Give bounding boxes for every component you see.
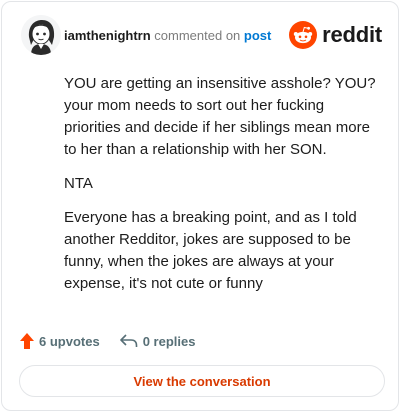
upvotes-count: 6 upvotes [39, 333, 100, 349]
reddit-wordmark: reddit [322, 22, 382, 47]
comment-body: YOU are getting an insensitive asshole? … [64, 73, 382, 307]
comment-paragraph: YOU are getting an insensitive asshole? … [64, 75, 376, 158]
comment-paragraph: Everyone has a breaking point, and as I … [64, 209, 357, 292]
replies-count: 0 replies [142, 333, 196, 349]
comment-verb: commented on [154, 28, 241, 43]
reddit-brand[interactable]: reddit [289, 21, 382, 49]
reply-arrow-icon [119, 334, 137, 347]
upvotes-stat[interactable]: 6 upvotes [20, 333, 100, 349]
comment-meta: iamthenightrn commented on post [64, 28, 271, 43]
comment-header: iamthenightrn commented on post reddit [16, 14, 384, 58]
avatar[interactable] [21, 15, 61, 55]
replies-stat[interactable]: 0 replies [119, 333, 196, 349]
upvote-arrow-icon [20, 333, 34, 349]
avatar-icon [21, 15, 61, 55]
post-link[interactable]: post [244, 28, 271, 43]
reddit-logo-icon [289, 21, 318, 49]
comment-card: iamthenightrn commented on post reddit Y… [1, 1, 399, 411]
comment-paragraph: NTA [64, 175, 93, 192]
username-link[interactable]: iamthenightrn [64, 28, 151, 43]
view-conversation-button[interactable]: View the conversation [19, 365, 385, 397]
comment-stats: 6 upvotes 0 replies [20, 332, 215, 350]
